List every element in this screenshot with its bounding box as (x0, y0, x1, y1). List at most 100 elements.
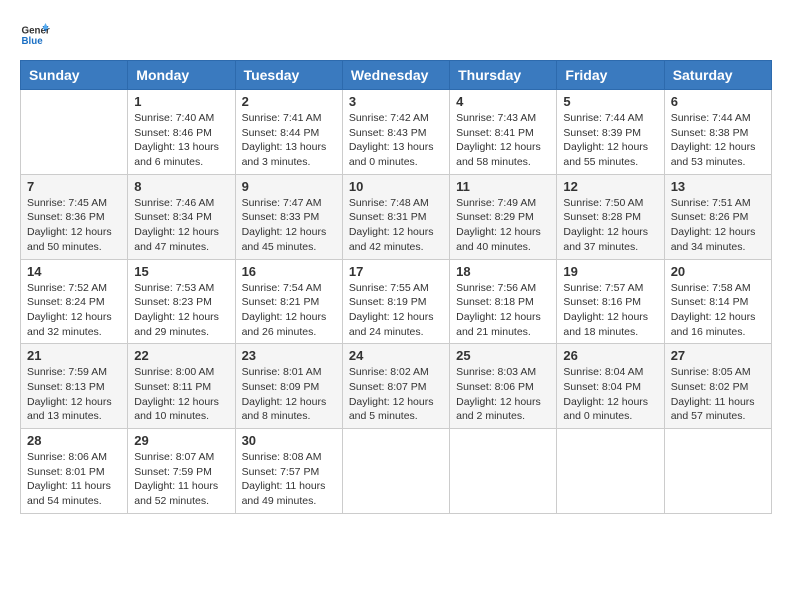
day-info: Sunrise: 7:53 AM Sunset: 8:23 PM Dayligh… (134, 281, 228, 340)
day-info: Sunrise: 7:49 AM Sunset: 8:29 PM Dayligh… (456, 196, 550, 255)
calendar-cell: 12 Sunrise: 7:50 AM Sunset: 8:28 PM Dayli… (557, 174, 664, 259)
day-info: Sunrise: 7:42 AM Sunset: 8:43 PM Dayligh… (349, 111, 443, 170)
day-info: Sunrise: 8:03 AM Sunset: 8:06 PM Dayligh… (456, 365, 550, 424)
day-info: Sunrise: 8:05 AM Sunset: 8:02 PM Dayligh… (671, 365, 765, 424)
calendar-cell: 26 Sunrise: 8:04 AM Sunset: 8:04 PM Dayli… (557, 344, 664, 429)
calendar-cell: 6Sunrise: 7:44 AM Sunset: 8:38 PM Daylig… (664, 90, 771, 175)
day-info: Sunrise: 7:55 AM Sunset: 8:19 PM Dayligh… (349, 281, 443, 340)
day-number: 24 (349, 348, 443, 363)
day-info: Sunrise: 8:00 AM Sunset: 8:11 PM Dayligh… (134, 365, 228, 424)
weekday-header-thursday: Thursday (450, 61, 557, 90)
day-number: 26 (563, 348, 657, 363)
calendar-cell: 25 Sunrise: 8:03 AM Sunset: 8:06 PM Dayli… (450, 344, 557, 429)
day-number: 27 (671, 348, 765, 363)
svg-text:Blue: Blue (22, 36, 44, 47)
day-number: 22 (134, 348, 228, 363)
day-info: Sunrise: 7:54 AM Sunset: 8:21 PM Dayligh… (242, 281, 336, 340)
day-number: 8 (134, 179, 228, 194)
day-info: Sunrise: 7:57 AM Sunset: 8:16 PM Dayligh… (563, 281, 657, 340)
day-number: 18 (456, 264, 550, 279)
day-number: 7 (27, 179, 121, 194)
weekday-header-sunday: Sunday (21, 61, 128, 90)
weekday-header-row: SundayMondayTuesdayWednesdayThursdayFrid… (21, 61, 772, 90)
day-number: 25 (456, 348, 550, 363)
weekday-header-monday: Monday (128, 61, 235, 90)
calendar-cell (557, 429, 664, 514)
day-number: 17 (349, 264, 443, 279)
day-info: Sunrise: 7:50 AM Sunset: 8:28 PM Dayligh… (563, 196, 657, 255)
day-number: 29 (134, 433, 228, 448)
calendar-cell (664, 429, 771, 514)
day-info: Sunrise: 7:48 AM Sunset: 8:31 PM Dayligh… (349, 196, 443, 255)
calendar-cell: 3 Sunrise: 7:42 AM Sunset: 8:43 PM Daylig… (342, 90, 449, 175)
calendar-cell (21, 90, 128, 175)
calendar-cell: 10 Sunrise: 7:48 AM Sunset: 8:31 PM Dayli… (342, 174, 449, 259)
day-number: 11 (456, 179, 550, 194)
calendar-cell: 28 Sunrise: 8:06 AM Sunset: 8:01 PM Dayli… (21, 429, 128, 514)
calendar-cell: 5 Sunrise: 7:44 AM Sunset: 8:39 PM Daylig… (557, 90, 664, 175)
calendar-table: SundayMondayTuesdayWednesdayThursdayFrid… (20, 60, 772, 514)
day-number: 30 (242, 433, 336, 448)
calendar-cell: 1 Sunrise: 7:40 AM Sunset: 8:46 PM Daylig… (128, 90, 235, 175)
day-number: 14 (27, 264, 121, 279)
calendar-cell: 17 Sunrise: 7:55 AM Sunset: 8:19 PM Dayli… (342, 259, 449, 344)
day-number: 1 (134, 94, 228, 109)
day-number: 28 (27, 433, 121, 448)
day-number: 13 (671, 179, 765, 194)
day-info: Sunrise: 7:56 AM Sunset: 8:18 PM Dayligh… (456, 281, 550, 340)
weekday-header-wednesday: Wednesday (342, 61, 449, 90)
calendar-cell: 23 Sunrise: 8:01 AM Sunset: 8:09 PM Dayli… (235, 344, 342, 429)
calendar-body: 1 Sunrise: 7:40 AM Sunset: 8:46 PM Daylig… (21, 90, 772, 514)
weekday-header-saturday: Saturday (664, 61, 771, 90)
calendar-week-row: 21Sunrise: 7:59 AM Sunset: 8:13 PM Dayli… (21, 344, 772, 429)
day-number: 10 (349, 179, 443, 194)
calendar-cell: 7 Sunrise: 7:45 AM Sunset: 8:36 PM Daylig… (21, 174, 128, 259)
day-number: 4 (456, 94, 550, 109)
day-info: Sunrise: 8:04 AM Sunset: 8:04 PM Dayligh… (563, 365, 657, 424)
calendar-week-row: 1 Sunrise: 7:40 AM Sunset: 8:46 PM Daylig… (21, 90, 772, 175)
day-info: Sunrise: 7:44 AM Sunset: 8:39 PM Dayligh… (563, 111, 657, 170)
day-info: Sunrise: 8:08 AM Sunset: 7:57 PM Dayligh… (242, 450, 336, 509)
calendar-cell: 18 Sunrise: 7:56 AM Sunset: 8:18 PM Dayli… (450, 259, 557, 344)
calendar-cell: 9 Sunrise: 7:47 AM Sunset: 8:33 PM Daylig… (235, 174, 342, 259)
day-number: 23 (242, 348, 336, 363)
day-info: Sunrise: 7:52 AM Sunset: 8:24 PM Dayligh… (27, 281, 121, 340)
day-info: Sunrise: 8:06 AM Sunset: 8:01 PM Dayligh… (27, 450, 121, 509)
calendar-cell: 2Sunrise: 7:41 AM Sunset: 8:44 PM Daylig… (235, 90, 342, 175)
calendar-cell: 11 Sunrise: 7:49 AM Sunset: 8:29 PM Dayli… (450, 174, 557, 259)
calendar-cell: 30 Sunrise: 8:08 AM Sunset: 7:57 PM Dayli… (235, 429, 342, 514)
calendar-cell: 20Sunrise: 7:58 AM Sunset: 8:14 PM Dayli… (664, 259, 771, 344)
calendar-cell: 24Sunrise: 8:02 AM Sunset: 8:07 PM Dayli… (342, 344, 449, 429)
day-info: Sunrise: 7:58 AM Sunset: 8:14 PM Dayligh… (671, 281, 765, 340)
day-info: Sunrise: 7:41 AM Sunset: 8:44 PM Dayligh… (242, 111, 336, 170)
day-number: 5 (563, 94, 657, 109)
calendar-header: SundayMondayTuesdayWednesdayThursdayFrid… (21, 61, 772, 90)
day-number: 3 (349, 94, 443, 109)
day-number: 19 (563, 264, 657, 279)
calendar-week-row: 7 Sunrise: 7:45 AM Sunset: 8:36 PM Daylig… (21, 174, 772, 259)
calendar-cell: 29 Sunrise: 8:07 AM Sunset: 7:59 PM Dayli… (128, 429, 235, 514)
day-info: Sunrise: 7:45 AM Sunset: 8:36 PM Dayligh… (27, 196, 121, 255)
logo: General Blue (20, 20, 50, 50)
day-number: 12 (563, 179, 657, 194)
day-info: Sunrise: 7:47 AM Sunset: 8:33 PM Dayligh… (242, 196, 336, 255)
calendar-cell: 27 Sunrise: 8:05 AM Sunset: 8:02 PM Dayli… (664, 344, 771, 429)
day-number: 9 (242, 179, 336, 194)
day-info: Sunrise: 7:40 AM Sunset: 8:46 PM Dayligh… (134, 111, 228, 170)
calendar-cell: 22 Sunrise: 8:00 AM Sunset: 8:11 PM Dayli… (128, 344, 235, 429)
day-number: 16 (242, 264, 336, 279)
day-info: Sunrise: 7:44 AM Sunset: 8:38 PM Dayligh… (671, 111, 765, 170)
weekday-header-friday: Friday (557, 61, 664, 90)
calendar-week-row: 14 Sunrise: 7:52 AM Sunset: 8:24 PM Dayli… (21, 259, 772, 344)
calendar-cell: 15Sunrise: 7:53 AM Sunset: 8:23 PM Dayli… (128, 259, 235, 344)
day-info: Sunrise: 7:59 AM Sunset: 8:13 PM Dayligh… (27, 365, 121, 424)
calendar-cell: 13 Sunrise: 7:51 AM Sunset: 8:26 PM Dayli… (664, 174, 771, 259)
calendar-cell: 21Sunrise: 7:59 AM Sunset: 8:13 PM Dayli… (21, 344, 128, 429)
day-info: Sunrise: 7:51 AM Sunset: 8:26 PM Dayligh… (671, 196, 765, 255)
day-info: Sunrise: 7:46 AM Sunset: 8:34 PM Dayligh… (134, 196, 228, 255)
calendar-cell: 4Sunrise: 7:43 AM Sunset: 8:41 PM Daylig… (450, 90, 557, 175)
day-info: Sunrise: 8:07 AM Sunset: 7:59 PM Dayligh… (134, 450, 228, 509)
page-header: General Blue (20, 20, 772, 50)
calendar-cell: 14 Sunrise: 7:52 AM Sunset: 8:24 PM Dayli… (21, 259, 128, 344)
day-info: Sunrise: 8:01 AM Sunset: 8:09 PM Dayligh… (242, 365, 336, 424)
